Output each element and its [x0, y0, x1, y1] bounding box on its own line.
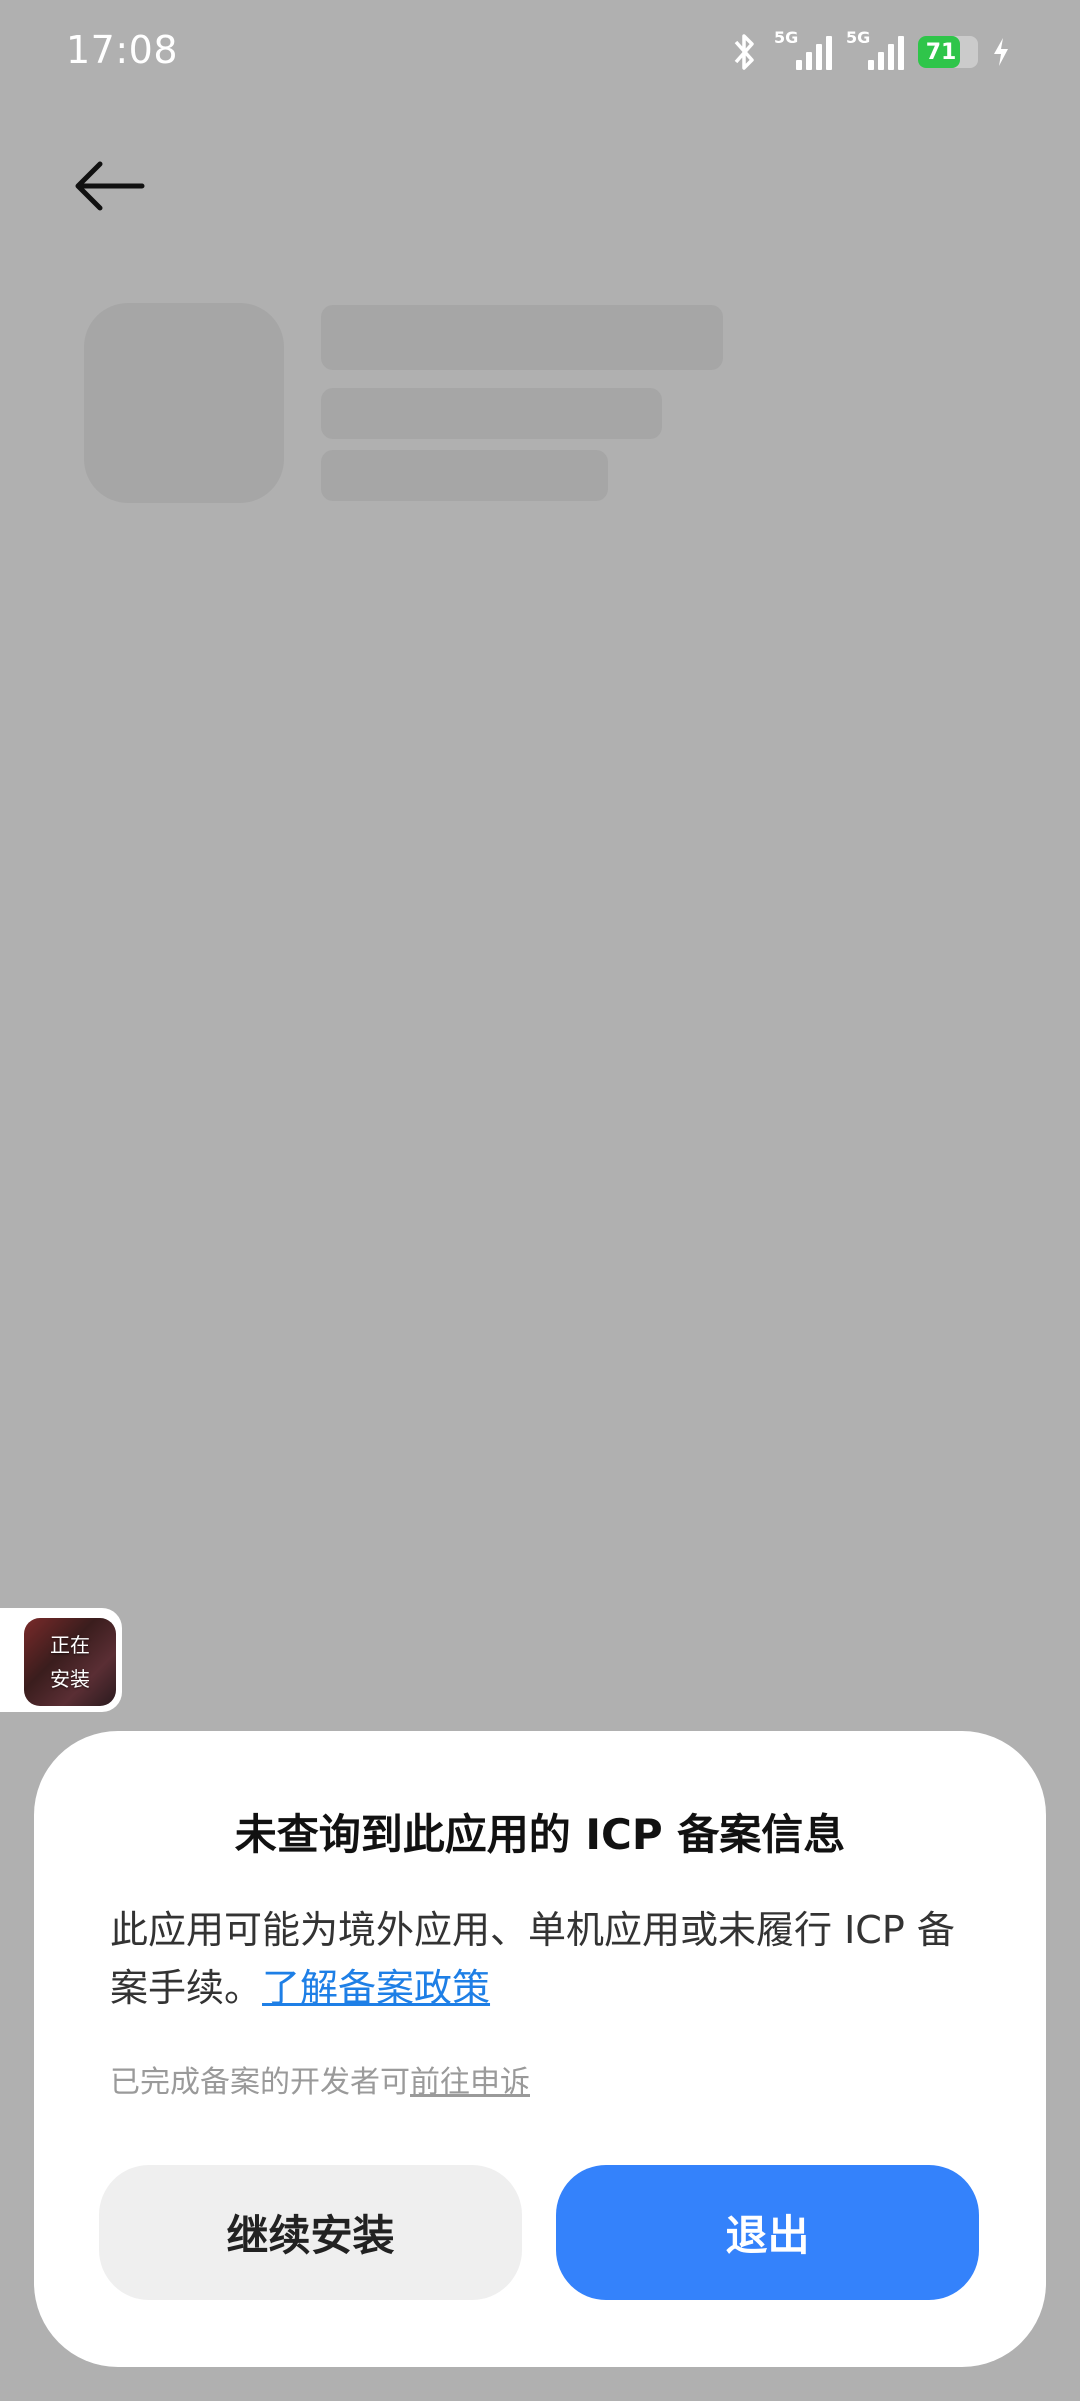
installing-floating-widget[interactable]: 正在 安装: [0, 1608, 122, 1712]
loading-text-placeholder: [321, 450, 608, 501]
loading-app-icon-placeholder: [84, 303, 284, 503]
learn-policy-link[interactable]: 了解备案政策: [262, 1966, 490, 2010]
dialog-title: 未查询到此应用的 ICP 备案信息: [234, 1810, 846, 1859]
status-bar: 17:08 5G 5G 71: [0, 0, 1080, 100]
exit-button[interactable]: 退出: [556, 2165, 979, 2300]
icp-warning-dialog: 未查询到此应用的 ICP 备案信息 此应用可能为境外应用、单机应用或未履行 IC…: [34, 1731, 1046, 2367]
battery-icon: 71: [918, 36, 978, 68]
bluetooth-icon: [734, 34, 754, 70]
battery-level: 71: [925, 39, 957, 65]
dialog-note: 已完成备案的开发者可前往申诉: [110, 2057, 530, 2101]
signal-icon: 5G: [846, 28, 904, 74]
installing-label-line2: 安装: [50, 1667, 90, 1691]
installing-label-line1: 正在: [50, 1633, 90, 1657]
dialog-body-text: 此应用可能为境外应用、单机应用或未履行 ICP 备案手续。: [110, 1908, 955, 2010]
loading-text-placeholder: [321, 388, 662, 439]
app-thumbnail: 正在 安装: [24, 1618, 116, 1706]
status-icons: 5G 5G 71: [730, 28, 1010, 74]
loading-text-placeholder: [321, 305, 723, 370]
arrow-left-icon[interactable]: [70, 150, 150, 220]
charging-icon: [994, 38, 1008, 66]
appeal-link[interactable]: 前往申诉: [410, 2065, 530, 2100]
signal-icon: 5G: [774, 28, 832, 74]
network-type-label: 5G: [846, 28, 871, 47]
continue-install-button[interactable]: 继续安装: [99, 2165, 522, 2300]
network-type-label: 5G: [774, 28, 799, 47]
dialog-body: 此应用可能为境外应用、单机应用或未履行 ICP 备案手续。了解备案政策: [110, 1901, 976, 2017]
dialog-note-text: 已完成备案的开发者可: [110, 2065, 410, 2100]
status-time: 17:08: [66, 28, 179, 72]
